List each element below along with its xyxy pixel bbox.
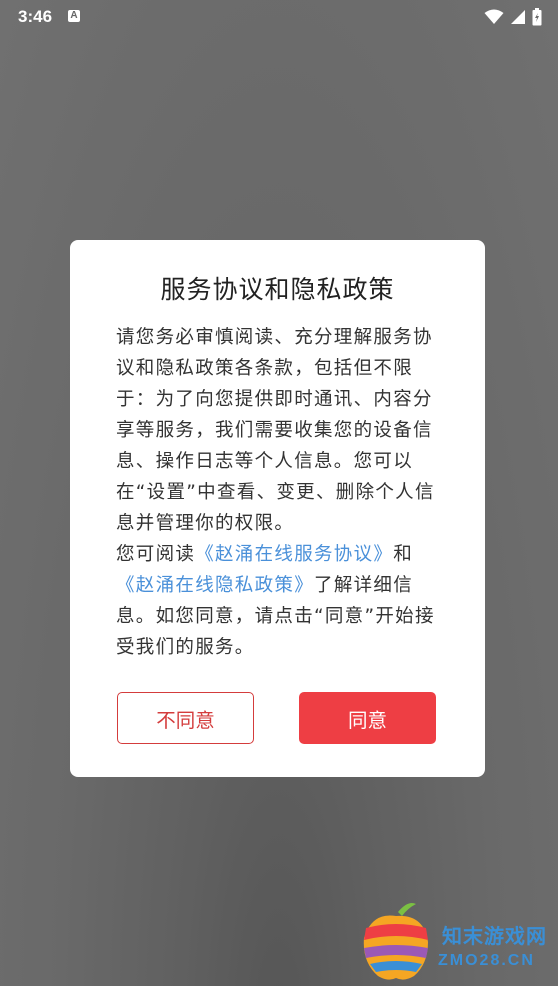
status-time: 3:46: [18, 7, 53, 26]
battery-icon: [532, 8, 542, 26]
service-agreement-link[interactable]: 《赵涌在线服务协议》: [195, 544, 393, 565]
privacy-policy-link[interactable]: 《赵涌在线隐私政策》: [116, 575, 314, 596]
dialog-body: 请您务必审慎阅读、充分理解服务协议和隐私政策各条款，包括但不限于：为了向您提供即…: [116, 322, 446, 663]
disagree-button[interactable]: 不同意: [117, 692, 254, 744]
privacy-dialog: 服务协议和隐私政策 请您务必审慎阅读、充分理解服务协议和隐私政策各条款，包括但不…: [70, 240, 485, 777]
agree-button[interactable]: 同意: [299, 692, 436, 744]
watermark-domain: ZMO28.CN: [438, 952, 535, 969]
system-icons: [484, 8, 542, 26]
watermark-name: 知末游戏网: [442, 926, 547, 948]
status-bar: 3:46 A: [0, 0, 558, 34]
body-text-main: 请您务必审慎阅读、充分理解服务协议和隐私政策各条款，包括但不限于：为了向您提供即…: [116, 327, 435, 534]
body-text-prefix: 您可阅读: [116, 544, 196, 565]
signal-icon: [511, 10, 525, 24]
body-text-and: 和: [393, 544, 414, 565]
notification-icon: A: [68, 10, 80, 22]
dialog-title: 服务协议和隐私政策: [160, 275, 395, 304]
watermark: 知末游戏网 ZMO28.CN: [356, 898, 556, 984]
wifi-icon: [484, 9, 504, 24]
watermark-logo-icon: [363, 903, 428, 980]
